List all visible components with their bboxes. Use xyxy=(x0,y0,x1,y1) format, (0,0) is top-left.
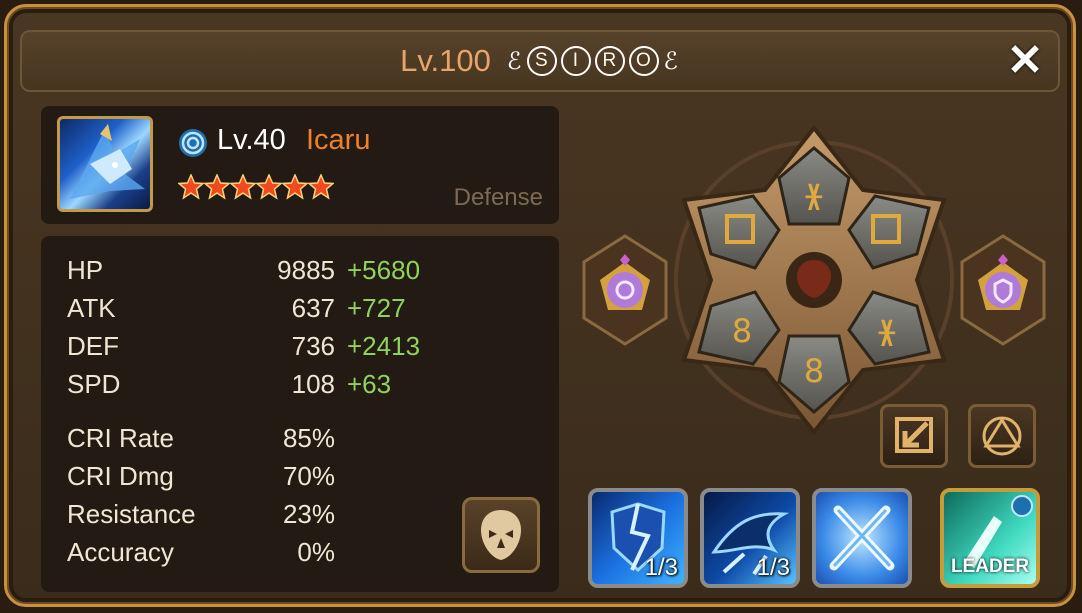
water-attribute-icon xyxy=(179,129,207,157)
star-icon xyxy=(204,174,230,200)
name-letter: R xyxy=(595,46,626,76)
stat-label: SPD xyxy=(67,368,121,399)
star-icon xyxy=(282,174,308,200)
star-icon xyxy=(230,174,256,200)
stat-value: 85% xyxy=(282,422,335,453)
stat-label: CRI Dmg xyxy=(67,460,174,491)
skill-2[interactable]: 1/3 xyxy=(700,488,800,588)
stat-value: 0% xyxy=(297,536,335,567)
close-button[interactable]: ✕ xyxy=(1002,38,1048,84)
unequip-button[interactable] xyxy=(880,404,948,468)
stat-cri-dmg: CRI Dmg 70% xyxy=(67,458,335,494)
stat-def: DEF 736 +2413 xyxy=(67,328,420,364)
left-ornament-icon: ℰ xyxy=(506,47,524,75)
mask-icon xyxy=(481,510,521,560)
svg-text:ᚕ: ᚕ xyxy=(878,312,896,350)
stat-value: 736 xyxy=(291,330,335,361)
star-icon xyxy=(256,174,282,200)
monster-name: Icaru xyxy=(306,124,371,156)
right-ornament-icon: ℰ xyxy=(663,47,680,75)
stat-label: Resistance xyxy=(67,498,196,529)
monster-type: Defense xyxy=(453,184,543,211)
stat-label: HP xyxy=(67,254,104,285)
name-letter: I xyxy=(561,46,592,76)
leader-skill[interactable]: LEADER xyxy=(940,488,1040,588)
skin-button[interactable] xyxy=(462,497,540,573)
player-level: Lv.100 xyxy=(400,43,491,78)
star-icon xyxy=(178,174,204,200)
stat-bonus: +5680 xyxy=(347,254,421,285)
center-emblem-icon xyxy=(786,252,842,308)
svg-text:ᚕ: ᚕ xyxy=(805,176,823,214)
stat-value: 70% xyxy=(282,460,335,491)
stat-cri-rate: CRI Rate 85% xyxy=(67,420,335,456)
player-name: ℰ S I R O ℰ xyxy=(507,46,680,76)
stat-accuracy: Accuracy 0% xyxy=(67,534,335,570)
type-artifact-icon xyxy=(960,234,1046,346)
artifact-slot-right[interactable] xyxy=(958,232,1048,348)
stat-label: Accuracy xyxy=(67,536,174,567)
svg-text:8: 8 xyxy=(804,352,824,390)
stat-bonus: +2413 xyxy=(347,330,421,361)
skill-charge-count: 1/3 xyxy=(644,554,678,581)
monster-level: Lv.40 xyxy=(217,124,286,156)
name-letter: S xyxy=(527,46,558,76)
rune-set-button[interactable] xyxy=(968,404,1036,468)
stat-bonus: +63 xyxy=(347,368,392,399)
stat-label: CRI Rate xyxy=(67,422,174,453)
attribute-artifact-icon xyxy=(582,234,668,346)
stat-resistance: Resistance 23% xyxy=(67,496,335,532)
stat-value: 637 xyxy=(291,292,335,323)
artifact-slot-left[interactable] xyxy=(580,232,670,348)
svg-text:8: 8 xyxy=(732,312,752,350)
star-rating xyxy=(178,174,334,200)
crossed-swords-skill-icon xyxy=(829,505,895,571)
stat-bonus: +727 xyxy=(347,292,406,323)
skill-1[interactable]: 1/3 xyxy=(588,488,688,588)
arrow-down-left-icon xyxy=(895,417,933,453)
stat-value: 108 xyxy=(291,368,335,399)
leader-label: LEADER xyxy=(950,556,1030,577)
stat-atk: ATK 637 +727 xyxy=(67,290,406,326)
name-letter: O xyxy=(629,46,660,76)
skill-charge-count: 1/3 xyxy=(756,554,790,581)
stat-value: 23% xyxy=(282,498,335,529)
monster-summary: Lv.40 Icaru Defense xyxy=(41,106,559,224)
stat-spd: SPD 108 +63 xyxy=(67,366,391,402)
monster-portrait[interactable] xyxy=(57,116,153,212)
title-bar: Lv.100 ℰ S I R O ℰ ✕ xyxy=(20,30,1060,92)
dragon-portrait-icon xyxy=(70,124,145,199)
stat-hp: HP 9885 +5680 xyxy=(67,252,420,288)
triangle-circle-icon xyxy=(982,416,1022,456)
stat-value: 9885 xyxy=(277,254,335,285)
skill-3[interactable] xyxy=(812,488,912,588)
star-icon xyxy=(308,174,334,200)
stat-label: ATK xyxy=(67,292,116,323)
stat-label: DEF xyxy=(67,330,119,361)
